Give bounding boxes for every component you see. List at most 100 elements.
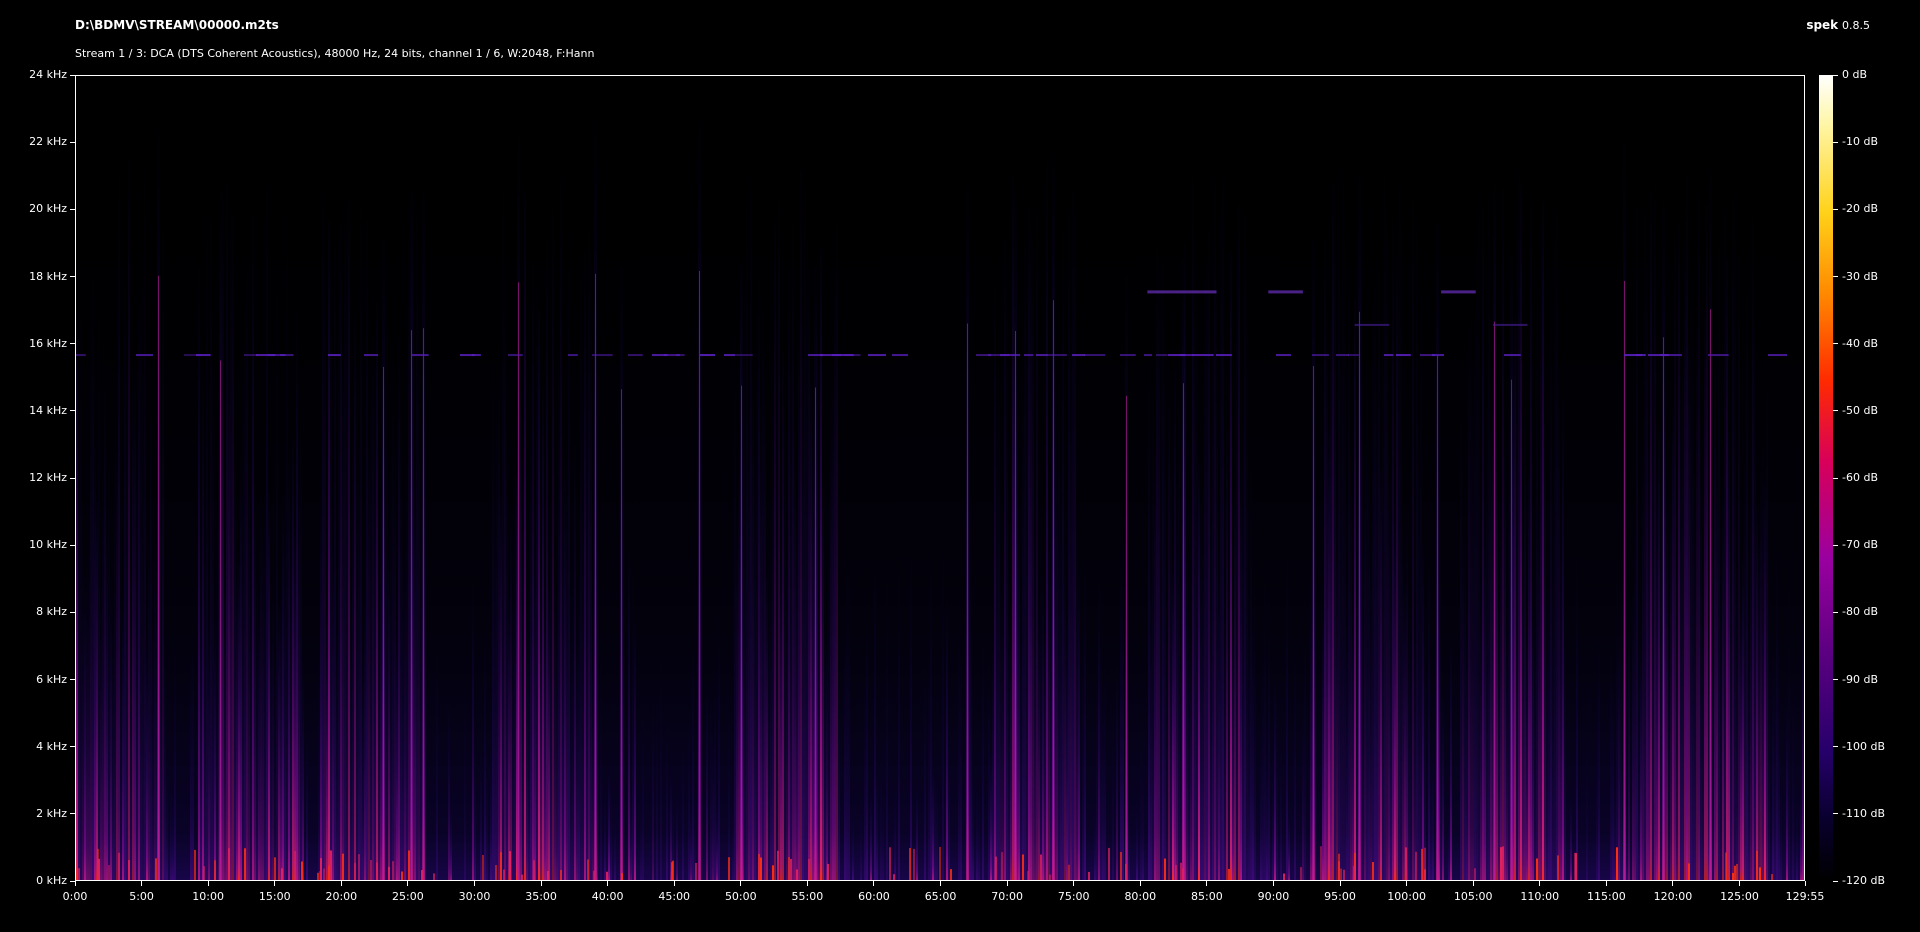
time-tick-label: 65:00 — [924, 890, 957, 903]
db-tick-label: -30 dB — [1842, 269, 1878, 283]
db-tick-label: -110 dB — [1842, 806, 1885, 820]
db-tick-label: -60 dB — [1842, 471, 1878, 484]
freq-tick — [70, 208, 75, 210]
db-color-scale — [1819, 75, 1833, 881]
freq-tick-label: 14 kHz — [29, 403, 67, 417]
freq-tick-label: 8 kHz — [36, 605, 67, 619]
time-tick — [673, 881, 675, 886]
freq-tick — [70, 477, 75, 479]
freq-tick — [70, 343, 75, 345]
time-tick — [607, 881, 609, 886]
freq-tick — [70, 141, 75, 143]
time-tick — [141, 881, 143, 886]
freq-tick-label: 10 kHz — [29, 538, 67, 552]
time-tick-label: 120:00 — [1653, 890, 1693, 903]
freq-tick — [70, 611, 75, 613]
freq-tick-label: 20 kHz — [29, 202, 67, 216]
time-tick — [873, 881, 875, 886]
time-tick-label: 75:00 — [1057, 890, 1090, 903]
time-tick-label: 0:00 — [62, 890, 88, 903]
db-tick — [1833, 276, 1838, 277]
time-tick-label: 105:00 — [1453, 890, 1493, 903]
time-tick-label: 40:00 — [591, 890, 624, 903]
spectrogram-canvas — [76, 76, 1804, 880]
time-tick-label: 80:00 — [1124, 890, 1157, 903]
db-tick — [1833, 679, 1838, 680]
time-tick — [207, 881, 209, 886]
db-tick — [1833, 880, 1838, 882]
db-tick — [1833, 410, 1838, 412]
time-tick-label: 15:00 — [258, 890, 291, 903]
time-tick — [473, 881, 475, 886]
db-tick — [1833, 141, 1838, 143]
db-tick-label: -120 dB — [1842, 874, 1885, 887]
time-tick — [540, 881, 542, 886]
time-tick — [74, 881, 76, 886]
time-tick-label: 115:00 — [1587, 890, 1626, 903]
time-tick-label: 45:00 — [658, 890, 691, 903]
time-tick — [940, 881, 942, 886]
file-path: D:\BDMV\STREAM\00000.m2ts — [75, 18, 279, 32]
time-tick-label: 55:00 — [791, 890, 824, 903]
time-tick-label: 129:55 — [1785, 890, 1825, 903]
time-tick-label: 125:00 — [1720, 890, 1759, 903]
time-tick-label: 100:00 — [1387, 890, 1426, 903]
freq-tick-label: 24 kHz — [29, 68, 67, 81]
db-tick — [1833, 208, 1838, 210]
freq-tick-label: 4 kHz — [36, 739, 67, 753]
freq-tick — [70, 276, 75, 277]
db-tick-label: -50 dB — [1842, 403, 1878, 417]
time-tick-label: 10:00 — [192, 890, 224, 903]
time-tick — [1672, 881, 1674, 886]
db-tick — [1833, 343, 1838, 345]
db-tick-label: -20 dB — [1842, 202, 1878, 216]
time-tick — [1206, 881, 1208, 886]
freq-tick-label: 22 kHz — [29, 135, 67, 149]
freq-tick — [70, 74, 75, 76]
spectrogram-plot[interactable] — [75, 75, 1805, 881]
time-tick-label: 60:00 — [858, 890, 890, 903]
freq-tick-label: 0 kHz — [36, 874, 67, 887]
db-tick — [1833, 477, 1838, 479]
time-tick-label: 50:00 — [724, 890, 757, 903]
time-tick-label: 85:00 — [1191, 890, 1223, 903]
time-tick-label: 70:00 — [991, 890, 1023, 903]
time-tick — [1406, 881, 1408, 886]
time-tick — [1739, 881, 1741, 886]
freq-tick — [70, 544, 75, 546]
time-tick-label: 30:00 — [458, 890, 491, 903]
db-tick-label: -90 dB — [1842, 672, 1878, 686]
time-tick-label: 20:00 — [325, 890, 358, 903]
time-tick — [1073, 881, 1075, 886]
db-tick-label: 0 dB — [1842, 68, 1868, 81]
freq-tick-label: 16 kHz — [29, 336, 67, 350]
time-tick — [1605, 881, 1607, 886]
db-tick-label: -100 dB — [1842, 739, 1885, 753]
time-tick — [1339, 881, 1341, 886]
db-tick — [1833, 544, 1838, 546]
time-tick-label: 110:00 — [1520, 890, 1560, 903]
time-tick — [740, 881, 742, 886]
db-tick — [1833, 813, 1838, 815]
db-tick-label: -10 dB — [1842, 135, 1878, 149]
freq-tick — [70, 679, 75, 680]
time-tick — [1804, 881, 1806, 886]
stream-info: Stream 1 / 3: DCA (DTS Coherent Acoustic… — [75, 47, 595, 60]
db-tick-label: -70 dB — [1842, 538, 1878, 552]
db-tick — [1833, 611, 1838, 613]
time-tick — [1472, 881, 1474, 886]
time-tick — [1006, 881, 1008, 886]
freq-tick-label: 6 kHz — [36, 672, 67, 686]
time-tick-label: 25:00 — [392, 890, 424, 903]
freq-tick-label: 12 kHz — [29, 471, 67, 484]
app-version: 0.8.5 — [1842, 19, 1870, 32]
freq-tick-label: 18 kHz — [29, 269, 67, 283]
time-tick — [1539, 881, 1541, 886]
time-tick — [1139, 881, 1141, 886]
db-tick-label: -80 dB — [1842, 605, 1878, 619]
time-tick-label: 95:00 — [1324, 890, 1356, 903]
freq-tick — [70, 746, 75, 748]
time-tick — [274, 881, 276, 886]
time-tick-label: 35:00 — [525, 890, 557, 903]
db-tick — [1833, 74, 1838, 76]
